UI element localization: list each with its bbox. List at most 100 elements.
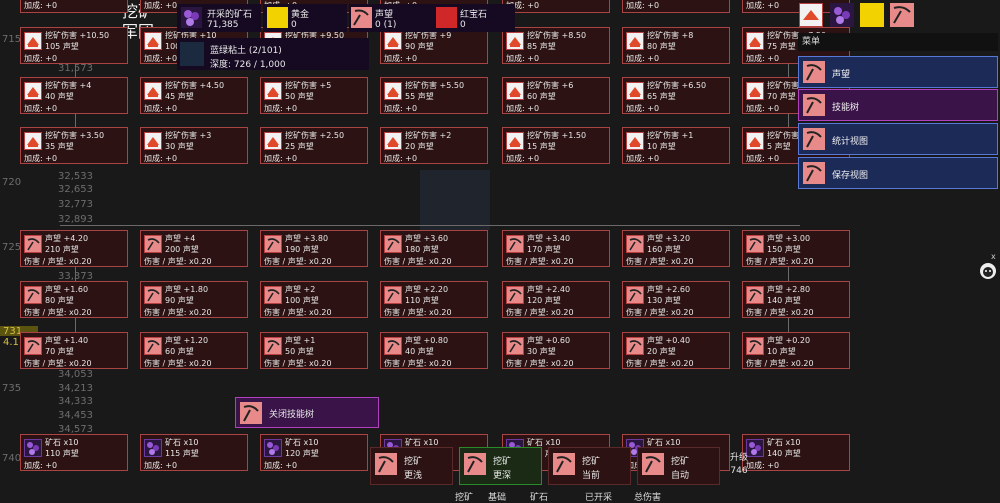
skill-node-bonus: 加成: +0 <box>24 54 58 63</box>
skill-node-title: 挖矿伤害 +1.50 <box>527 131 587 140</box>
close-icon[interactable]: x <box>991 252 996 261</box>
skill-node[interactable]: 矿石 x10 110 声望 加成: +0 <box>20 434 128 471</box>
purple-ore-icon[interactable] <box>830 3 854 27</box>
gold-icon <box>267 7 288 28</box>
skill-node[interactable]: 声望 +0.60 30 声望 伤害 / 声望: x0.20 <box>502 332 610 369</box>
skill-node[interactable]: 声望 +3.60 180 声望 伤害 / 声望: x0.20 <box>380 230 488 267</box>
skill-node[interactable]: 声望 +1.60 80 声望 伤害 / 声望: x0.20 <box>20 281 128 318</box>
mining-icon[interactable] <box>799 3 823 27</box>
skill-node[interactable]: 声望 +0.80 40 声望 伤害 / 声望: x0.20 <box>380 332 488 369</box>
purple-ore-icon <box>264 439 282 457</box>
skill-node-bonus: 伤害 / 声望: x0.20 <box>626 308 694 317</box>
skill-node-bonus[interactable]: 加成: +0 <box>20 0 128 13</box>
skill-node[interactable]: 挖矿伤害 +8 80 声望 加成: +0 <box>622 27 730 64</box>
skill-node[interactable]: 挖矿伤害 +2.50 25 声望 加成: +0 <box>260 127 368 164</box>
skill-node-cost: 60 声望 <box>165 347 194 356</box>
skill-node[interactable]: 挖矿伤害 +3 30 声望 加成: +0 <box>140 127 248 164</box>
skill-node-bonus: 加成: +0 <box>626 154 660 163</box>
skill-node-cost: 45 声望 <box>165 92 194 101</box>
upgrade-arrow-icon <box>746 32 764 50</box>
skill-node-bonus: 加成: +0 <box>24 154 58 163</box>
skill-node[interactable]: 挖矿伤害 +2 20 声望 加成: +0 <box>380 127 488 164</box>
pickaxe-icon[interactable] <box>890 3 914 27</box>
upgrade-arrow-icon <box>384 132 402 150</box>
skill-node-cost: 160 声望 <box>647 245 681 254</box>
skill-node[interactable]: 挖矿伤害 +1 10 声望 加成: +0 <box>622 127 730 164</box>
menu-item-skill-tree[interactable]: 技能树 <box>798 89 998 121</box>
menu-label: 技能树 <box>832 103 860 113</box>
dock-label: 挖矿 <box>404 457 423 467</box>
skill-node[interactable]: 挖矿伤害 +8.50 85 声望 加成: +0 <box>502 27 610 64</box>
ghost-chat-icon[interactable] <box>980 263 996 279</box>
skill-node[interactable]: 矿石 x10 120 声望 加成: +0 <box>260 434 368 471</box>
pickaxe-icon <box>642 453 664 475</box>
skill-node[interactable]: 挖矿伤害 +5 50 声望 加成: +0 <box>260 77 368 114</box>
mine-deeper-button[interactable]: 挖矿 更深 <box>459 447 542 485</box>
stat-label: 基础 <box>488 493 507 503</box>
skill-node-cost: 75 声望 <box>767 42 796 51</box>
mine-current-button[interactable]: 挖矿 当前 <box>548 447 631 485</box>
mine-shallower-button[interactable]: 挖矿 更浅 <box>370 447 453 485</box>
skill-node[interactable]: 声望 +2.60 130 声望 伤害 / 声望: x0.20 <box>622 281 730 318</box>
depth-number: 715 <box>2 34 22 45</box>
skill-node-cost: 120 声望 <box>285 449 319 458</box>
skill-node-bonus: 伤害 / 声望: x0.20 <box>384 308 452 317</box>
skill-node[interactable]: 声望 +0.40 20 声望 伤害 / 声望: x0.20 <box>622 332 730 369</box>
skill-node[interactable]: 声望 +3.40 170 声望 伤害 / 声望: x0.20 <box>502 230 610 267</box>
skill-node[interactable]: 声望 +2.80 140 声望 伤害 / 声望: x0.20 <box>742 281 850 318</box>
skill-node-bonus[interactable]: 加成: +0 <box>502 0 610 13</box>
skill-node-bonus: 伤害 / 声望: x0.20 <box>144 257 212 266</box>
skill-node-cost: 70 声望 <box>767 92 796 101</box>
skill-node[interactable]: 挖矿伤害 +4.50 45 声望 加成: +0 <box>140 77 248 114</box>
close-skill-tree-button[interactable]: 关闭技能树 <box>235 397 379 428</box>
skill-node[interactable]: 声望 +4.20 210 声望 伤害 / 声望: x0.20 <box>20 230 128 267</box>
dock-label: 挖矿 <box>582 457 601 467</box>
depth-number: 735 <box>2 383 22 394</box>
purple-ore-icon <box>181 7 202 28</box>
gold-icon[interactable] <box>860 3 884 27</box>
skill-node[interactable]: 声望 +1.40 70 声望 伤害 / 声望: x0.20 <box>20 332 128 369</box>
dirt-panel: 蓝绿粘土 (2/101) 深度: 726 / 1,000 <box>177 38 369 70</box>
pickaxe-icon <box>626 235 644 253</box>
skill-node[interactable]: 声望 +3.80 190 声望 伤害 / 声望: x0.20 <box>260 230 368 267</box>
skill-node-bonus[interactable]: 加成: +0 <box>622 0 730 13</box>
skill-node[interactable]: 挖矿伤害 +4 40 声望 加成: +0 <box>20 77 128 114</box>
skill-node[interactable]: 挖矿伤害 +6 60 声望 加成: +0 <box>502 77 610 114</box>
menu-item-stats-view[interactable]: 统计视图 <box>798 123 998 155</box>
skill-node-title: 声望 +1.20 <box>165 336 209 345</box>
skill-node[interactable]: 挖矿伤害 +9 90 声望 加成: +0 <box>380 27 488 64</box>
depth-number: 32,653 <box>58 184 93 195</box>
skill-node[interactable]: 声望 +4 200 声望 伤害 / 声望: x0.20 <box>140 230 248 267</box>
skill-node[interactable]: 挖矿伤害 +1.50 15 声望 加成: +0 <box>502 127 610 164</box>
skill-node[interactable]: 声望 +1.20 60 声望 伤害 / 声望: x0.20 <box>140 332 248 369</box>
skill-node-cost: 170 声望 <box>527 245 561 254</box>
skill-node[interactable]: 声望 +1 50 声望 伤害 / 声望: x0.20 <box>260 332 368 369</box>
upgrade-value: 746 <box>730 466 748 476</box>
pickaxe-icon <box>144 286 162 304</box>
menu-label: 保存视图 <box>832 171 869 181</box>
skill-node[interactable]: 挖矿伤害 +3.50 35 声望 加成: +0 <box>20 127 128 164</box>
menu-item-save-view[interactable]: 保存视图 <box>798 157 998 189</box>
skill-node[interactable]: 声望 +3.20 160 声望 伤害 / 声望: x0.20 <box>622 230 730 267</box>
skill-node-cost: 60 声望 <box>527 92 556 101</box>
clay-block-icon <box>180 42 204 66</box>
skill-node[interactable]: 挖矿伤害 +10.50 105 声望 加成: +0 <box>20 27 128 64</box>
upgrade-button[interactable]: 升级 746 <box>724 452 754 482</box>
menu-item-prestige[interactable]: 声望 <box>798 56 998 88</box>
skill-node[interactable]: 声望 +1.80 90 声望 伤害 / 声望: x0.20 <box>140 281 248 318</box>
skill-node[interactable]: 声望 +2.40 120 声望 伤害 / 声望: x0.20 <box>502 281 610 318</box>
skill-node[interactable]: 挖矿伤害 +6.50 65 声望 加成: +0 <box>622 77 730 114</box>
skill-node[interactable]: 声望 +3.00 150 声望 伤害 / 声望: x0.20 <box>742 230 850 267</box>
mine-auto-button[interactable]: 挖矿 自动 <box>637 447 720 485</box>
skill-node[interactable]: 声望 +0.20 10 声望 伤害 / 声望: x0.20 <box>742 332 850 369</box>
pickaxe-icon <box>803 128 825 150</box>
resource-value: 0 (1) <box>375 20 397 30</box>
skill-node-bonus: 伤害 / 声望: x0.20 <box>264 257 332 266</box>
skill-node-cost: 5 声望 <box>767 142 791 151</box>
pickaxe-icon <box>506 286 524 304</box>
skill-node[interactable]: 挖矿伤害 +5.50 55 声望 加成: +0 <box>380 77 488 114</box>
upgrade-arrow-icon <box>24 32 42 50</box>
skill-node[interactable]: 声望 +2 100 声望 伤害 / 声望: x0.20 <box>260 281 368 318</box>
skill-node[interactable]: 声望 +2.20 110 声望 伤害 / 声望: x0.20 <box>380 281 488 318</box>
skill-node[interactable]: 矿石 x10 115 声望 加成: +0 <box>140 434 248 471</box>
